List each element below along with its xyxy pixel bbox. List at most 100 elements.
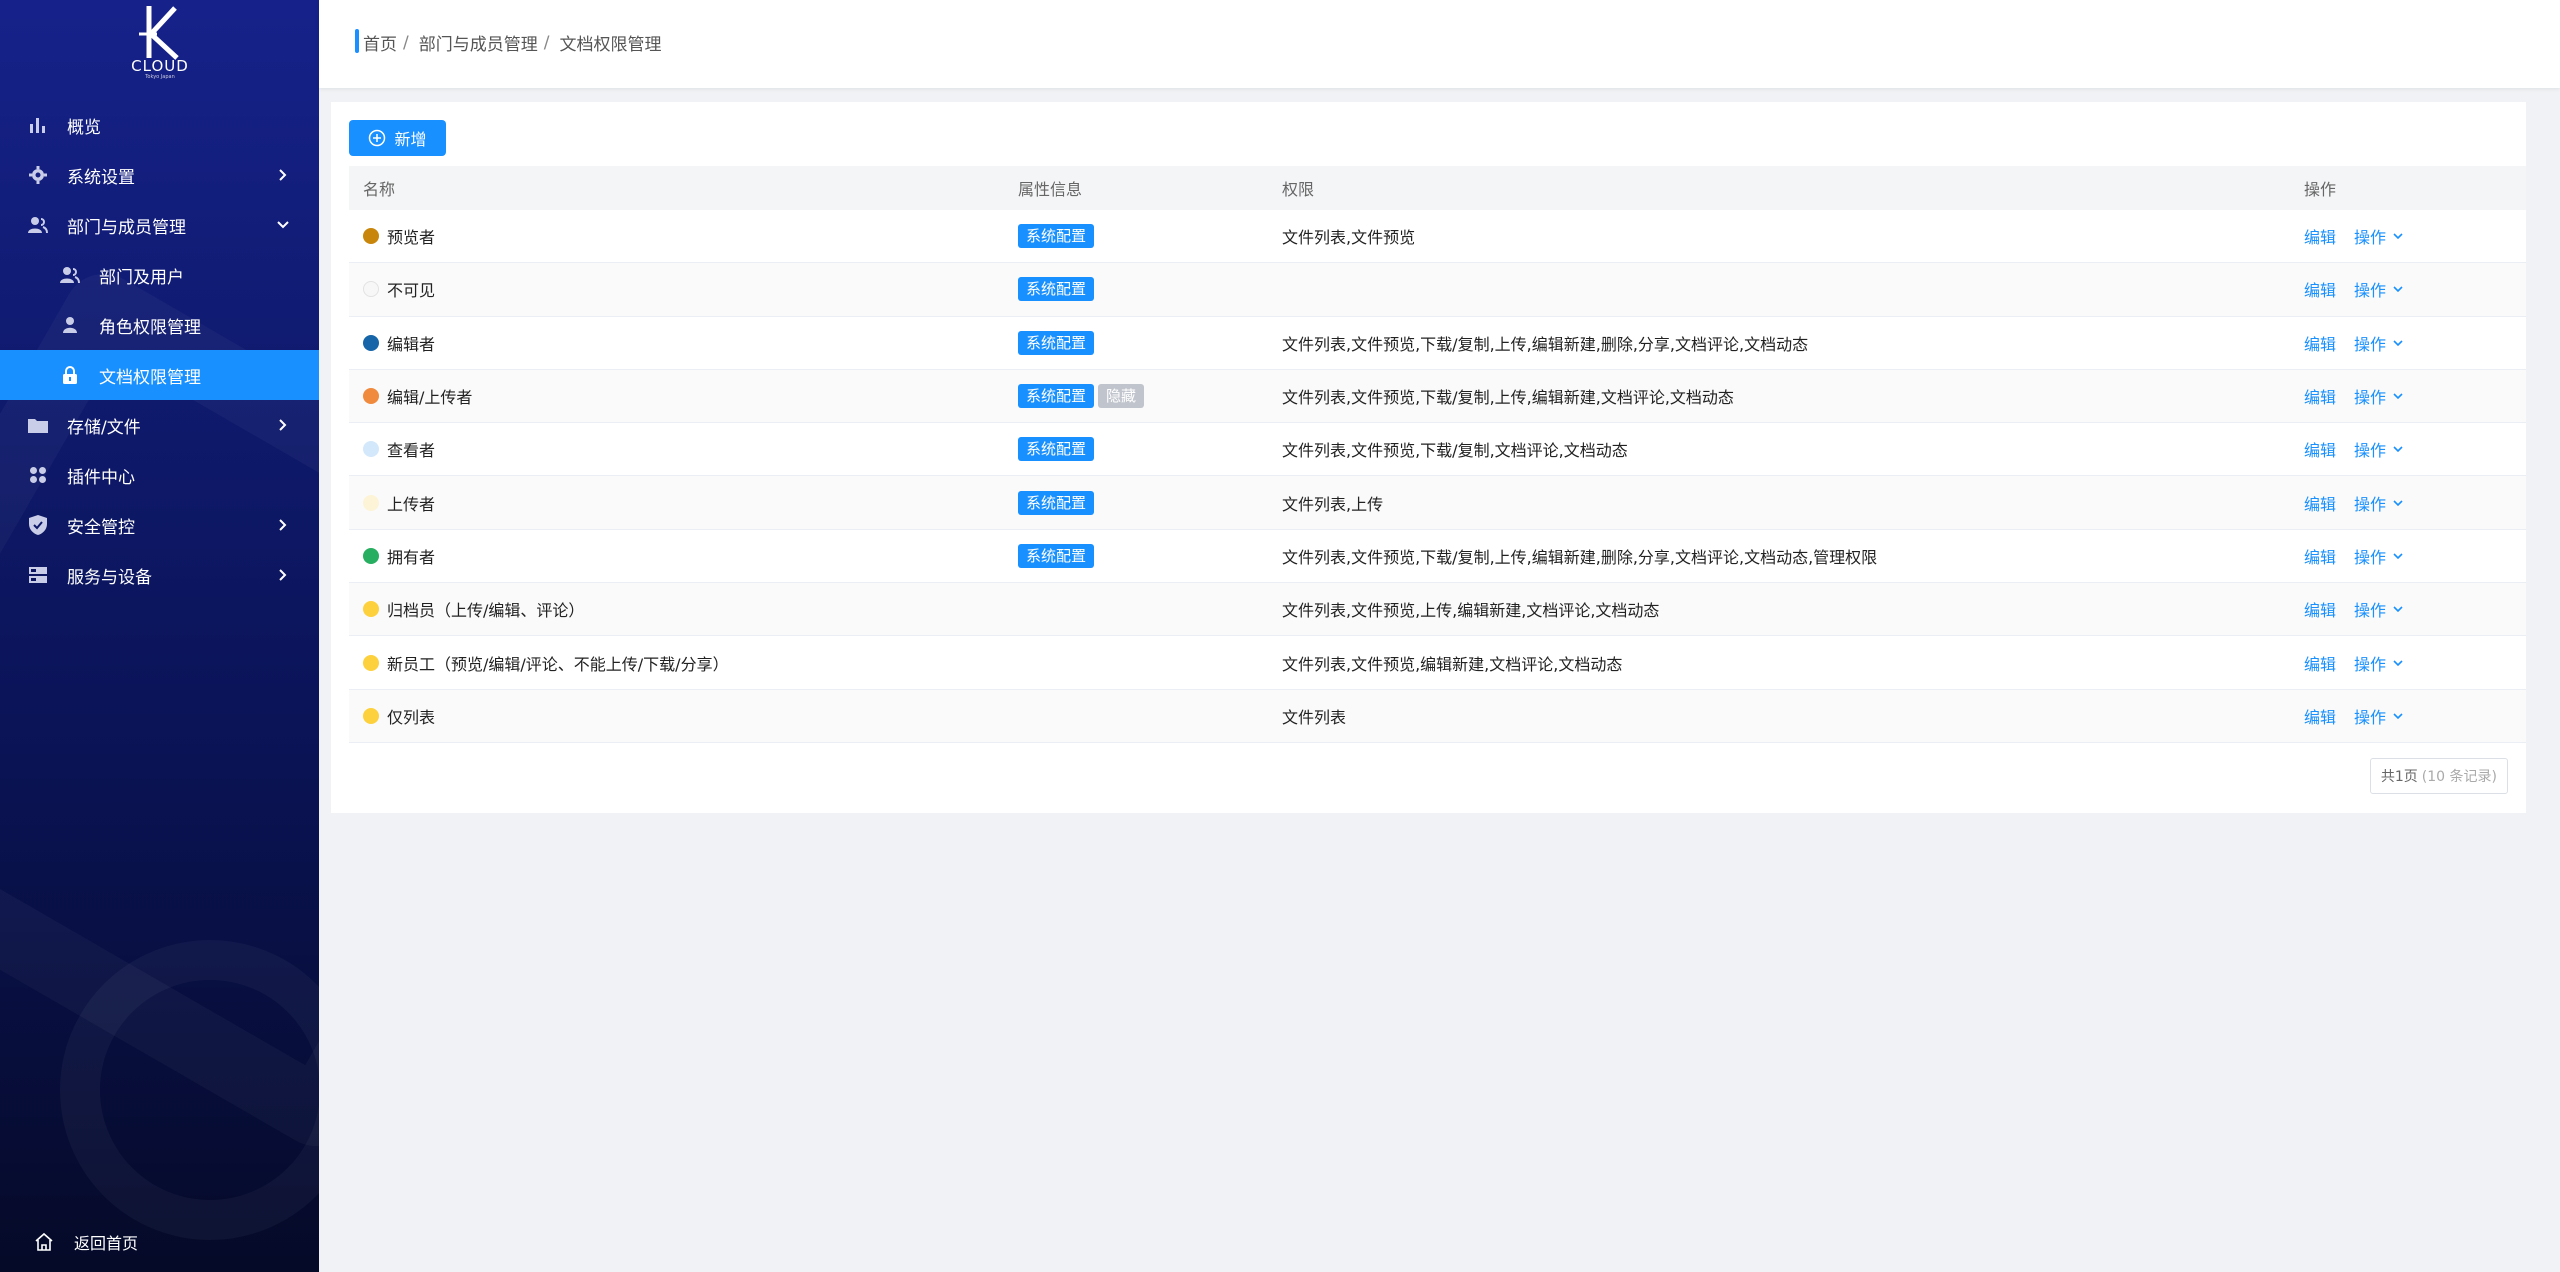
sidebar-item-doc-permissions[interactable]: 文档权限管理 [0,350,319,400]
color-dot [363,388,379,405]
color-dot [363,601,379,618]
permissions-table: 名称 属性信息 权限 操作 预览者 系统配置 文件列表,文件预览 编辑 操作 不… [349,166,2526,743]
sidebar-item-overview[interactable]: 概览 [0,100,319,150]
edit-link[interactable]: 编辑 [2304,491,2336,515]
users-icon [60,265,80,285]
edit-link[interactable]: 编辑 [2304,544,2336,568]
home-icon [34,1232,54,1252]
role-name: 查看者 [387,441,436,461]
column-header-op: 操作 [2304,180,2337,199]
breadcrumb-separator: / [403,32,409,53]
system-config-tag: 系统配置 [1018,490,1095,515]
edit-link[interactable]: 编辑 [2304,597,2336,621]
cell-name: 预览者 [349,224,1004,248]
cell-attr: 系统配置 [1004,437,1268,462]
table-row: 不可见 系统配置 编辑 操作 [349,263,2526,317]
edit-link[interactable]: 编辑 [2304,651,2336,675]
edit-link[interactable]: 编辑 [2304,437,2336,461]
sidebar-item-dept-members[interactable]: 部门与成员管理 [0,200,319,250]
role-name: 新员工（预览/编辑/评论、不能上传/下载/分享） [387,654,729,674]
sidebar-item-label: 部门与成员管理 [67,217,186,238]
back-home-link[interactable]: 返回首页 [0,1212,319,1272]
system-config-tag: 系统配置 [1018,437,1095,462]
chevron-down-icon [2393,393,2403,400]
breadcrumb-separator: / [543,32,550,53]
table-body: 预览者 系统配置 文件列表,文件预览 编辑 操作 不可见 系统配置 编辑 操作 [349,210,2526,743]
color-dot [363,547,379,564]
chevron-down-icon [2393,606,2403,613]
operations-label: 操作 [2354,334,2387,354]
pagination-pages: 共1页 [2380,769,2418,785]
cell-operations: 编辑 操作 [2290,277,2526,301]
column-header-attr: 属性信息 [1018,180,1083,199]
operations-dropdown[interactable]: 操作 [2354,491,2404,515]
operations-dropdown[interactable]: 操作 [2354,331,2404,355]
column-header-name: 名称 [363,180,396,199]
sidebar-item-label: 系统设置 [67,167,135,188]
chevron-down-icon [2393,500,2403,506]
sidebar-item-label: 文档权限管理 [99,367,201,388]
add-button[interactable]: 新增 [349,120,446,156]
chevron-right-icon [279,169,287,181]
color-dot [363,334,379,351]
system-config-tag: 系统配置 [1018,384,1095,409]
color-dot [363,654,379,671]
sidebar-item-role-permissions[interactable]: 角色权限管理 [0,300,319,350]
operations-dropdown[interactable]: 操作 [2354,544,2404,568]
chevron-right-icon [279,569,287,581]
sidebar-item-system-settings[interactable]: 系统设置 [0,150,319,200]
operations-dropdown[interactable]: 操作 [2354,277,2404,301]
operations-label: 操作 [2354,707,2387,727]
sidebar-item-storage[interactable]: 存储/文件 [0,400,319,450]
operations-label: 操作 [2354,281,2387,301]
color-dot [363,281,379,298]
table-row: 上传者 系统配置 文件列表,上传 编辑 操作 [349,476,2526,530]
chevron-right-icon [279,519,287,531]
bar-chart-icon [28,115,48,135]
operations-label: 操作 [2354,494,2387,514]
edit-link[interactable]: 编辑 [2304,384,2336,408]
cell-attr: 系统配置 隐藏 [1004,384,1268,409]
operations-dropdown[interactable]: 操作 [2354,597,2404,621]
cell-name: 新员工（预览/编辑/评论、不能上传/下载/分享） [349,651,1004,675]
role-name: 编辑者 [387,334,436,354]
sidebar-menu: 概览 系统设置 部门与成员管理 部门及用户 角色权限管理 文档权限管理 存储/文… [0,100,319,600]
sidebar-item-label: 存储/文件 [67,417,141,438]
operations-dropdown[interactable]: 操作 [2354,651,2404,675]
cell-attr: 系统配置 [1004,224,1268,249]
sidebar-item-dept-users[interactable]: 部门及用户 [0,250,319,300]
operations-dropdown[interactable]: 操作 [2354,224,2404,248]
chevron-down-icon [2393,286,2403,293]
cell-operations: 编辑 操作 [2290,331,2526,355]
cell-operations: 编辑 操作 [2290,384,2526,408]
cell-name: 归档员（上传/编辑、评论） [349,597,1004,621]
logo[interactable]: CLOUD Tokyo Japan [120,4,200,84]
operations-dropdown[interactable]: 操作 [2354,384,2404,408]
operations-dropdown[interactable]: 操作 [2354,437,2404,461]
chevron-down-icon [2393,446,2403,453]
sidebar-item-plugins[interactable]: 插件中心 [0,450,319,500]
edit-link[interactable]: 编辑 [2304,277,2336,301]
cell-permissions: 文件列表,文件预览,下载/复制,上传,编辑新建,文档评论,文档动态 [1282,388,1734,408]
edit-link[interactable]: 编辑 [2304,704,2336,728]
sidebar-item-label: 概览 [67,117,101,138]
operations-dropdown[interactable]: 操作 [2354,704,2404,728]
sidebar-item-services-devices[interactable]: 服务与设备 [0,550,319,600]
breadcrumb-home[interactable]: 首页 [363,30,397,55]
table-row: 拥有者 系统配置 文件列表,文件预览,下载/复制,上传,编辑新建,删除,分享,文… [349,530,2526,584]
sidebar-item-security[interactable]: 安全管控 [0,500,319,550]
logo-text: CLOUD [131,57,189,75]
role-name: 编辑/上传者 [387,388,473,408]
chevron-down-icon [2393,233,2403,240]
plus-circle-icon [369,129,386,147]
role-name: 拥有者 [387,547,436,567]
cell-permissions: 文件列表,文件预览 [1282,228,1416,248]
system-config-tag: 系统配置 [1018,277,1095,302]
edit-link[interactable]: 编辑 [2304,331,2336,355]
hidden-tag: 隐藏 [1098,384,1145,409]
content-card: 新增 名称 属性信息 权限 操作 预览者 系统配置 文件列表,文件预览 编辑 操… [331,102,2526,813]
color-dot [363,707,379,724]
table-row: 编辑/上传者 系统配置 隐藏 文件列表,文件预览,下载/复制,上传,编辑新建,文档… [349,369,2526,424]
breadcrumb-parent[interactable]: 部门与成员管理 [419,30,538,55]
edit-link[interactable]: 编辑 [2304,224,2336,248]
